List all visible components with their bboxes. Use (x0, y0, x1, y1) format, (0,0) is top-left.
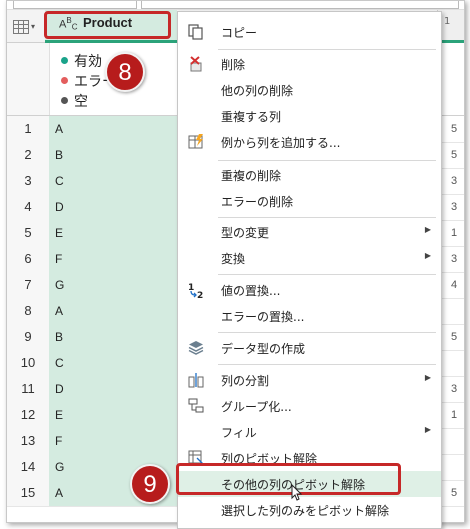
menu-item-replace-errors[interactable]: エラーの置換... (178, 303, 441, 329)
menu-item-remove-duplicates[interactable]: 重複の削除 (178, 162, 441, 188)
empty-dot-icon (61, 97, 68, 104)
cell[interactable] (451, 298, 464, 324)
menu-item-remove[interactable]: 削除 (178, 51, 441, 77)
menu-item-create-data-type[interactable]: データ型の作成 (178, 335, 441, 361)
menu-item-replace-values[interactable]: 12 値の置換... (178, 277, 441, 303)
row-number: 14 (7, 454, 50, 480)
cell[interactable]: 3 (451, 168, 464, 194)
menu-item-remove-other[interactable]: 他の列の削除 (178, 77, 441, 103)
menu-item-fill[interactable]: フィル ▶ (178, 419, 441, 445)
quality-empty: 空 (61, 91, 88, 111)
cell[interactable] (451, 350, 464, 376)
table-icon[interactable] (13, 20, 29, 34)
row-number-gutter (7, 43, 50, 115)
menu-item-group-by[interactable]: グループ化... (178, 393, 441, 419)
remove-column-icon (186, 55, 206, 73)
cell[interactable]: A (49, 116, 185, 142)
cell[interactable]: 1 (451, 220, 464, 246)
row-number: 9 (7, 324, 50, 350)
cell[interactable]: 5 (451, 116, 464, 142)
highlight-box (176, 463, 401, 495)
chevron-right-icon: ▶ (424, 425, 431, 434)
row-number: 2 (7, 142, 50, 168)
mouse-cursor-icon (291, 483, 303, 506)
top-box (141, 1, 459, 9)
menu-item-split-column[interactable]: 列の分割 ▶ (178, 367, 441, 393)
menu-separator (218, 364, 436, 365)
menu-separator (218, 274, 436, 275)
cell[interactable]: 3 (451, 246, 464, 272)
cell[interactable]: B (49, 142, 185, 168)
chevron-down-icon[interactable]: ▾ (31, 22, 35, 31)
row-number: 7 (7, 272, 50, 298)
menu-item-duplicate[interactable]: 重複する列 (178, 103, 441, 129)
cell[interactable] (451, 428, 464, 454)
menu-separator (218, 332, 436, 333)
cell[interactable]: G (49, 272, 185, 298)
row-number: 6 (7, 246, 50, 272)
chevron-right-icon: ▶ (424, 251, 431, 260)
row-number: 11 (7, 376, 50, 402)
cell[interactable]: 5 (451, 324, 464, 350)
top-box (13, 1, 137, 9)
row-number: 12 (7, 402, 50, 428)
column-from-examples-icon (186, 133, 206, 151)
highlight-box (44, 11, 171, 39)
copy-icon (186, 23, 206, 41)
group-by-icon (186, 397, 206, 415)
cell[interactable] (451, 454, 464, 480)
cell[interactable]: 4 (451, 272, 464, 298)
column-context-menu: コピー 削除 他の列の削除 重複する列 例から列を追加する... 重複の削除 エ… (177, 11, 442, 529)
replace-values-icon: 12 (186, 281, 206, 301)
menu-item-add-from-examples[interactable]: 例から列を追加する... (178, 129, 441, 155)
cell[interactable]: E (49, 402, 185, 428)
error-dot-icon (61, 77, 68, 84)
row-number: 1 (7, 116, 50, 142)
row-number: 13 (7, 428, 50, 454)
cell[interactable]: 1 (451, 402, 464, 428)
cell[interactable]: A (49, 298, 185, 324)
cell[interactable]: B (49, 324, 185, 350)
row-number: 8 (7, 298, 50, 324)
quality-valid: 有効 (61, 51, 102, 71)
row-number: 10 (7, 350, 50, 376)
cell[interactable]: F (49, 428, 185, 454)
cell[interactable]: 5 (451, 142, 464, 168)
menu-item-change-type[interactable]: 型の変更 ▶ (178, 219, 441, 245)
row-number: 15 (7, 480, 50, 506)
valid-dot-icon (61, 57, 68, 64)
column-type-icon: 1 (444, 16, 451, 27)
menu-item-transform[interactable]: 変換 ▶ (178, 245, 441, 271)
menu-item-remove-errors[interactable]: エラーの削除 (178, 188, 441, 214)
row-number: 4 (7, 194, 50, 220)
cell[interactable]: C (49, 168, 185, 194)
menu-separator (218, 160, 436, 161)
cell[interactable]: D (49, 376, 185, 402)
menu-item-unpivot-selected[interactable]: 選択した列のみをピボット解除 (178, 497, 441, 523)
cell[interactable]: C (49, 350, 185, 376)
menu-separator (218, 217, 436, 218)
cell[interactable]: D (49, 194, 185, 220)
cell[interactable]: 3 (451, 194, 464, 220)
step-badge-8: 8 (105, 52, 145, 92)
data-type-icon (186, 339, 206, 357)
svg-text:2: 2 (197, 291, 203, 299)
chevron-right-icon: ▶ (424, 225, 431, 234)
row-number: 3 (7, 168, 50, 194)
step-badge-9: 9 (130, 464, 170, 504)
cell[interactable]: F (49, 246, 185, 272)
cell[interactable]: E (49, 220, 185, 246)
top-bar (7, 1, 464, 10)
menu-separator (218, 49, 436, 50)
split-column-icon (186, 371, 206, 389)
chevron-right-icon: ▶ (424, 373, 431, 382)
menu-item-copy[interactable]: コピー (178, 19, 441, 45)
cell[interactable]: 5 (451, 480, 464, 506)
cell[interactable]: 3 (451, 376, 464, 402)
row-number: 5 (7, 220, 50, 246)
